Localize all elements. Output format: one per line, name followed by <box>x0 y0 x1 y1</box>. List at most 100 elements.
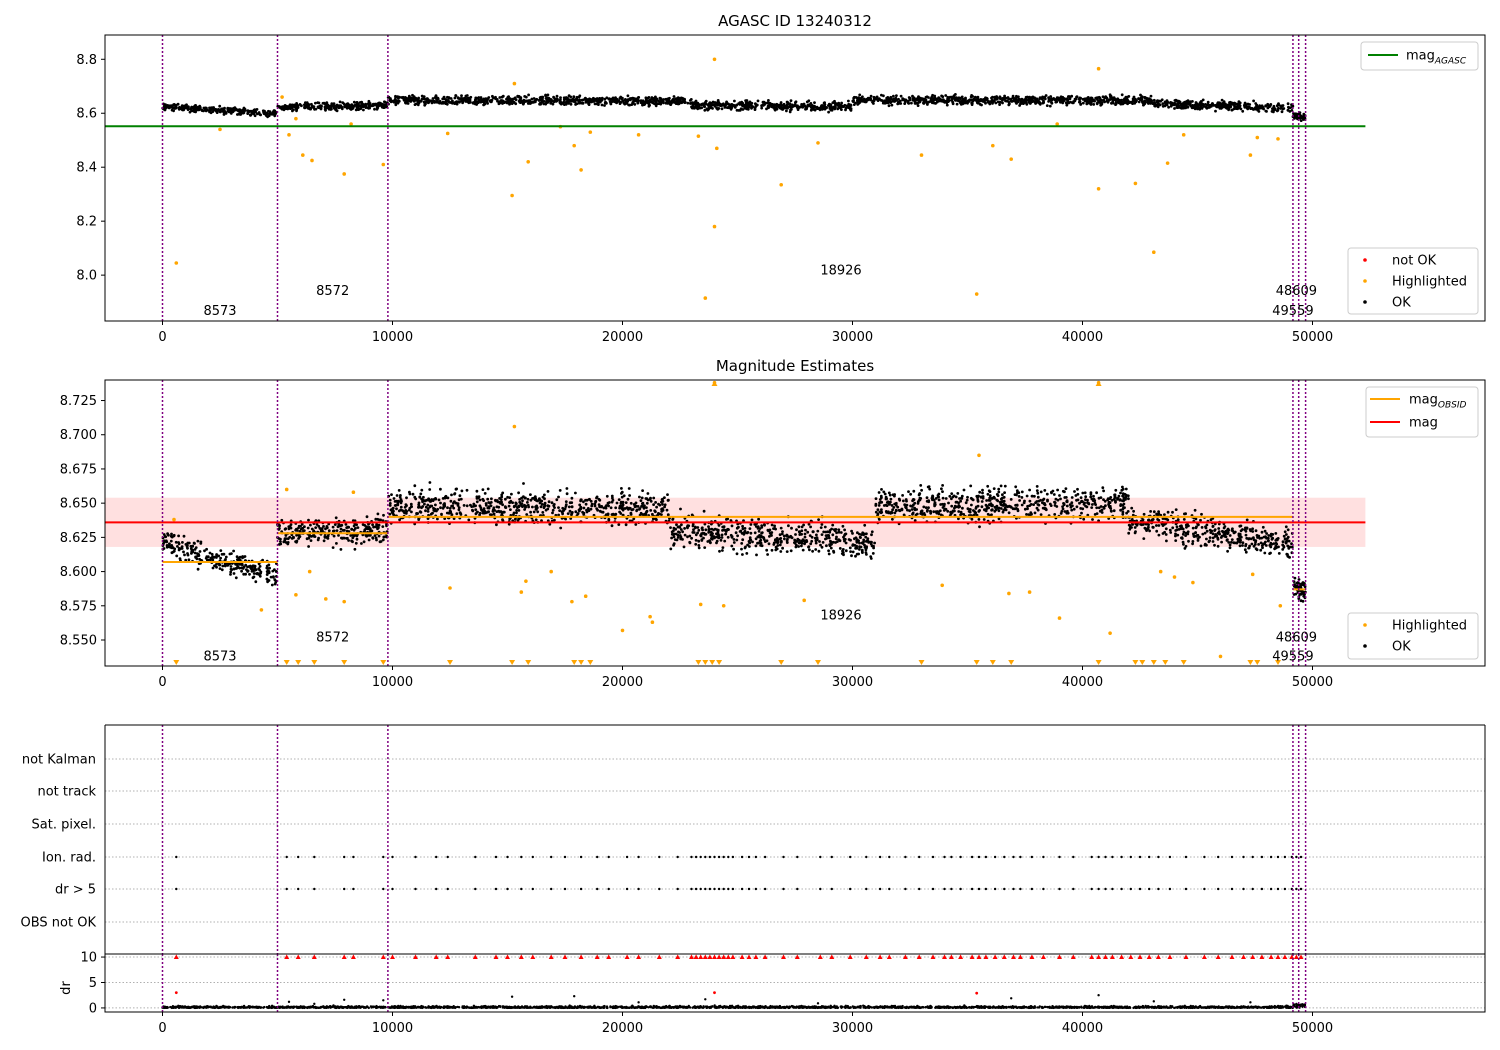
ok-point <box>871 552 875 555</box>
ok-point <box>1176 104 1180 108</box>
ok-point <box>1018 104 1021 107</box>
ok-point <box>478 511 482 515</box>
ok-point <box>168 104 171 108</box>
ok-point <box>874 497 878 500</box>
ok-point <box>855 540 859 544</box>
ok-point <box>597 103 600 106</box>
ok-point <box>268 566 271 570</box>
ok-point <box>1083 491 1087 495</box>
ok-point <box>388 512 392 516</box>
ok-point <box>501 491 505 495</box>
ok-point <box>266 580 269 584</box>
ok-point <box>1064 496 1068 499</box>
ok-point <box>474 512 478 516</box>
ok-point <box>194 106 198 110</box>
ok-point <box>325 525 329 528</box>
ok-point <box>832 549 835 553</box>
ok-point <box>441 497 445 500</box>
ok-point <box>525 513 529 516</box>
ok-point <box>594 500 597 504</box>
ok-point <box>779 550 783 553</box>
ok-point <box>440 101 444 105</box>
ok-point <box>314 101 317 105</box>
ok-point <box>824 530 828 534</box>
ok-point <box>499 498 503 501</box>
ok-point <box>598 498 602 502</box>
ok-point <box>617 100 620 103</box>
ok-point <box>853 537 856 541</box>
ok-point <box>381 525 385 528</box>
ok-point <box>1036 495 1040 499</box>
ok-point <box>538 497 541 500</box>
ok-point <box>956 492 960 495</box>
ok-point <box>1002 495 1006 499</box>
ok-point <box>273 578 277 582</box>
ok-point <box>828 543 831 547</box>
ok-point <box>698 106 702 110</box>
ok-point <box>1218 106 1222 110</box>
ok-point <box>1065 511 1069 515</box>
ok-point <box>176 545 179 548</box>
ok-point <box>374 103 377 106</box>
ok-point <box>190 552 193 555</box>
ok-point <box>1003 96 1006 100</box>
ok-point <box>249 566 253 570</box>
ok-point <box>810 539 814 543</box>
ok-point <box>1064 487 1068 490</box>
ok-point <box>394 94 397 98</box>
ok-point <box>704 99 708 103</box>
ok-point <box>977 518 981 521</box>
ok-point <box>825 536 829 540</box>
ok-point <box>775 540 778 544</box>
ok-point <box>273 112 277 116</box>
ok-point <box>807 545 811 548</box>
ok-point <box>375 523 379 527</box>
ok-point <box>768 535 771 538</box>
ok-point <box>682 545 686 549</box>
ok-point <box>534 497 537 500</box>
ok-point <box>549 101 553 104</box>
ok-point <box>838 547 842 550</box>
ok-point <box>1035 489 1039 492</box>
ok-point <box>352 528 356 532</box>
ok-point <box>709 533 713 537</box>
magnitude-estimates-panel: Magnitude Estimates857385721892648609495… <box>60 357 1486 690</box>
ok-point <box>295 529 299 532</box>
ok-point <box>439 487 442 491</box>
ok-point <box>743 106 747 110</box>
ok-point <box>200 108 204 112</box>
ok-point <box>555 498 559 502</box>
ok-point <box>730 524 734 528</box>
ok-point <box>1183 101 1186 104</box>
ok-point <box>710 531 713 534</box>
ok-point <box>455 487 458 491</box>
ok-point <box>174 104 178 107</box>
ok-point <box>626 94 630 98</box>
ok-point <box>950 492 954 495</box>
ok-point <box>681 530 684 534</box>
ok-point <box>362 540 366 544</box>
ok-point <box>220 568 224 572</box>
ok-point <box>303 105 307 108</box>
ok-point <box>536 510 540 514</box>
ok-point <box>182 534 186 538</box>
ok-point <box>669 526 672 529</box>
ok-point <box>614 96 617 100</box>
ok-point <box>175 554 179 558</box>
ok-point <box>234 576 238 580</box>
ok-point <box>1124 487 1128 491</box>
legend-point-label: not OK <box>1392 254 1437 269</box>
ok-point <box>766 553 769 556</box>
ok-point <box>1143 99 1147 103</box>
ok-point <box>740 103 744 107</box>
ok-point <box>1230 108 1234 112</box>
ok-point <box>252 572 256 575</box>
ok-point <box>510 492 513 496</box>
ok-point <box>442 95 446 99</box>
ok-point <box>507 95 510 98</box>
ok-point <box>1234 102 1237 106</box>
ok-point <box>517 509 521 512</box>
ok-point <box>895 94 898 97</box>
ok-point <box>958 96 962 100</box>
ok-point <box>680 523 683 527</box>
